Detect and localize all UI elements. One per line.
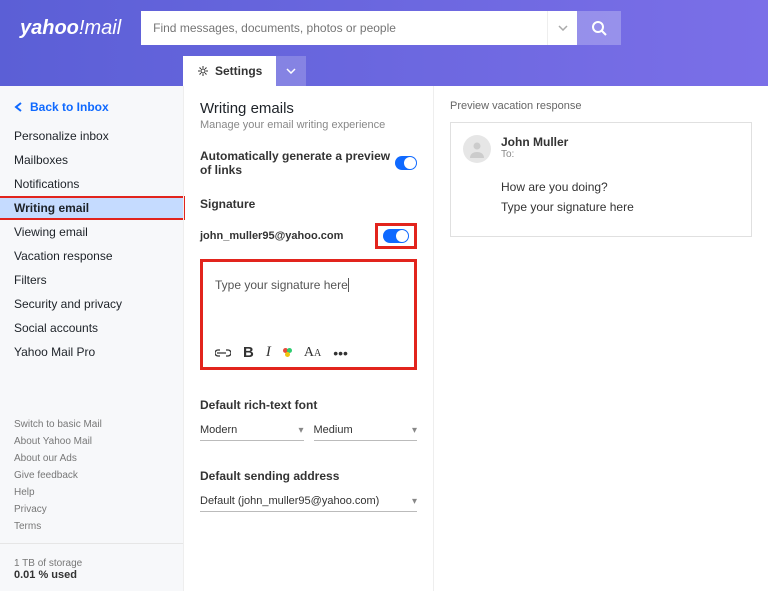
search-input[interactable] <box>141 11 547 45</box>
tab-dropdown[interactable] <box>276 56 306 86</box>
signature-email: john_muller95@yahoo.com <box>200 230 343 242</box>
sidebar-item-pro[interactable]: Yahoo Mail Pro <box>0 340 183 364</box>
sending-heading: Default sending address <box>200 469 417 483</box>
sidebar-item-writing-email[interactable]: Writing email <box>0 196 185 220</box>
chevron-down-icon <box>558 25 568 31</box>
signature-textarea[interactable]: Type your signature here <box>215 278 402 334</box>
tab-settings[interactable]: Settings <box>183 56 276 86</box>
footer-privacy[interactable]: Privacy <box>0 501 183 518</box>
preview-signature-line: Type your signature here <box>501 197 739 217</box>
preview-box: John Muller To: How are you doing? Type … <box>450 122 752 237</box>
footer-feedback[interactable]: Give feedback <box>0 467 183 484</box>
more-icon[interactable]: ••• <box>333 345 348 361</box>
search-bar <box>141 11 621 45</box>
auto-preview-toggle[interactable] <box>395 156 417 170</box>
sidebar: Back to Inbox Personalize inbox Mailboxe… <box>0 86 183 591</box>
page-title: Writing emails <box>200 100 417 117</box>
italic-icon[interactable]: I <box>266 344 271 361</box>
tabs-bar: Settings <box>0 56 768 86</box>
app-header: yahoo!mail <box>0 0 768 56</box>
search-icon <box>591 20 607 36</box>
footer-ads[interactable]: About our Ads <box>0 450 183 467</box>
chevron-down-icon: ▾ <box>412 425 417 436</box>
signature-toolbar: B I AA ••• <box>215 344 402 361</box>
sidebar-item-security[interactable]: Security and privacy <box>0 292 183 316</box>
font-size-select[interactable]: Medium▾ <box>314 420 418 441</box>
back-to-inbox[interactable]: Back to Inbox <box>0 100 183 124</box>
footer-terms[interactable]: Terms <box>0 518 183 535</box>
font-heading: Default rich-text font <box>200 398 417 412</box>
sidebar-item-vacation[interactable]: Vacation response <box>0 244 183 268</box>
preview-panel: Preview vacation response John Muller To… <box>434 86 768 591</box>
footer-basic[interactable]: Switch to basic Mail <box>0 416 183 433</box>
preview-to: To: <box>501 149 568 160</box>
arrow-left-icon <box>14 102 24 112</box>
footer-help[interactable]: Help <box>0 484 183 501</box>
user-icon <box>468 140 486 158</box>
preview-body-line: How are you doing? <box>501 177 739 197</box>
search-dropdown[interactable] <box>547 11 577 45</box>
auto-preview-label: Automatically generate a preview of link… <box>200 149 395 177</box>
font-family-select[interactable]: Modern▾ <box>200 420 304 441</box>
yahoo-mail-logo[interactable]: yahoo!mail <box>20 17 121 40</box>
sidebar-item-personalize[interactable]: Personalize inbox <box>0 124 183 148</box>
signature-editor: Type your signature here B I AA <box>200 259 417 370</box>
preview-name: John Muller <box>501 135 568 149</box>
page-subtitle: Manage your email writing experience <box>200 119 417 131</box>
sending-address-select[interactable]: Default (john_muller95@yahoo.com)▾ <box>200 491 417 512</box>
text-color-icon[interactable] <box>283 348 292 357</box>
signature-heading: Signature <box>200 197 417 211</box>
avatar <box>463 135 491 163</box>
storage-info: 1 TB of storage 0.01 % used <box>0 543 183 581</box>
font-size-icon[interactable]: AA <box>304 345 321 361</box>
sidebar-item-viewing-email[interactable]: Viewing email <box>0 220 183 244</box>
sidebar-item-mailboxes[interactable]: Mailboxes <box>0 148 183 172</box>
footer-about[interactable]: About Yahoo Mail <box>0 433 183 450</box>
sidebar-item-notifications[interactable]: Notifications <box>0 172 183 196</box>
bold-icon[interactable]: B <box>243 344 254 361</box>
chevron-down-icon: ▾ <box>298 425 303 436</box>
gear-icon <box>197 65 209 77</box>
chevron-down-icon <box>286 68 296 74</box>
signature-toggle[interactable] <box>383 229 409 243</box>
search-button[interactable] <box>577 11 621 45</box>
preview-title: Preview vacation response <box>450 100 752 112</box>
settings-panel: Writing emails Manage your email writing… <box>184 86 434 591</box>
sidebar-item-social[interactable]: Social accounts <box>0 316 183 340</box>
chevron-down-icon: ▾ <box>412 496 417 507</box>
sidebar-item-filters[interactable]: Filters <box>0 268 183 292</box>
link-icon[interactable] <box>215 348 231 358</box>
